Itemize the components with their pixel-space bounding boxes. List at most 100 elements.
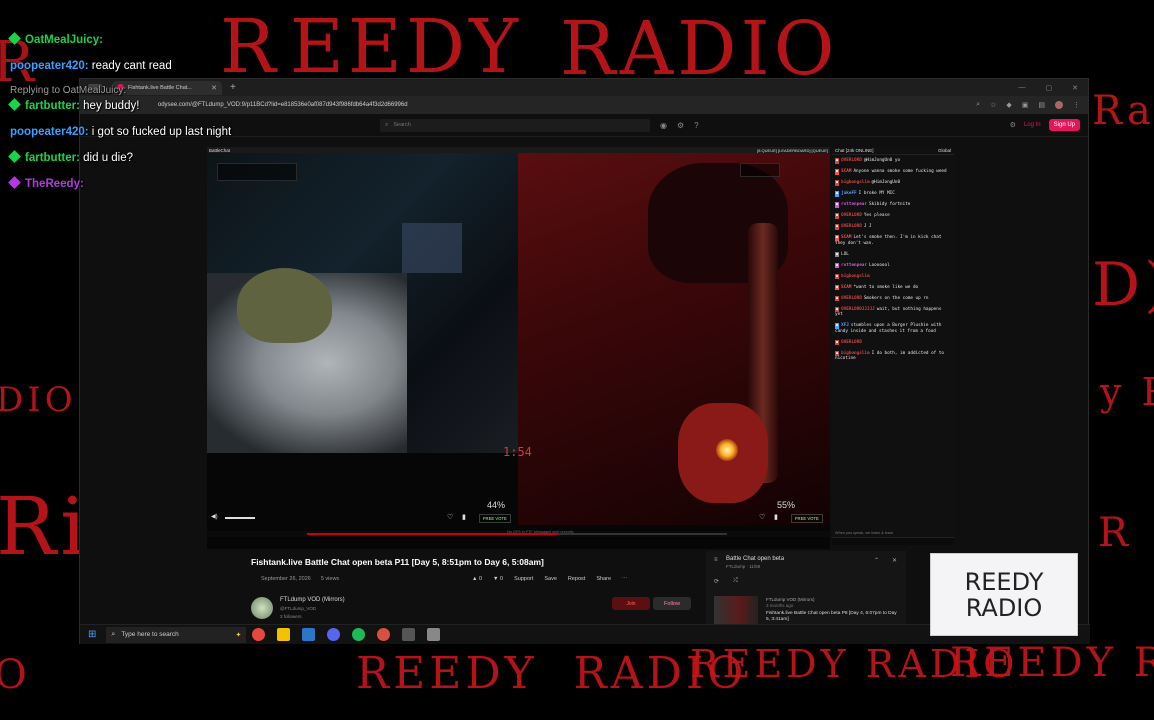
overlay-chat-text: hey buddy! [79,100,140,112]
site-search-box[interactable]: ⌕ Search [380,118,650,132]
bg-watermark-bottom3: REEDY RADIO [950,640,1154,686]
chat-username[interactable]: jakeFF [841,191,857,196]
right-free-vote-button[interactable]: FREE VOTE [791,514,823,523]
chat-username[interactable]: bigbongslim [841,180,869,185]
dislike-button[interactable]: ▼ 0 [493,576,503,582]
user-badge-icon [8,98,21,111]
chat-text: *want to smoke like we do [853,284,919,290]
volume-icon[interactable]: ◀) [211,513,218,520]
bg-watermark-left2: DIO [0,380,77,420]
extensions-puzzle-icon[interactable]: ▣ [1022,101,1029,109]
chat-text: stumbles upon a Burger Plushie with cand… [835,323,942,334]
new-tab-icon[interactable]: + [230,82,236,93]
volume-slider[interactable] [225,517,255,519]
more-options-icon[interactable]: ⋯ [622,576,628,582]
right-heart-icon[interactable]: ♡ [759,513,765,521]
file-explorer-icon[interactable] [277,628,291,641]
overlay-chat-line: Replying to OatMealJuicy: [10,84,126,96]
round-timer: 1:54 [503,445,532,459]
obs-icon[interactable] [402,628,416,641]
settings-icon[interactable]: ⚙ [677,121,684,130]
help-icon[interactable]: ? [694,121,698,130]
playlist-collapse-icon[interactable]: ⌃ [874,557,879,564]
follow-button[interactable]: Follow [653,597,691,610]
discord-icon[interactable] [327,628,341,641]
playlist-title: Battle Chat open beta [726,556,785,562]
bookmark-star-icon[interactable]: ☆ [990,101,996,109]
signup-button[interactable]: Sign Up [1048,119,1080,131]
left-heart-icon[interactable]: ♡ [447,513,453,521]
steam-icon[interactable] [302,628,316,641]
channel-avatar[interactable] [251,597,273,619]
chat-footer-text: When you speak, we listen & learn [835,531,894,535]
chat-username[interactable]: OVERLORD [841,296,862,301]
channel-name[interactable]: FTLdump VOD (Mirrors) [280,597,345,603]
chat-message: ● bigbongslim [835,273,951,279]
chat-username[interactable]: bigbongslim [841,274,869,279]
chat-username[interactable]: SCAM [841,235,851,240]
chrome-icon[interactable] [252,628,266,641]
chat-username[interactable]: OVERLORD [841,158,862,163]
bg-watermark-right3: y Ra [1100,370,1154,414]
close-window-icon[interactable]: ✕ [1072,84,1078,92]
app-window-icon[interactable] [427,628,441,641]
repost-button[interactable]: Repost [568,576,585,582]
chat-message: ● OVERLORD [835,339,951,345]
right-lock-icon[interactable]: ▮ [774,513,778,521]
browser-tab[interactable]: Fishtank.live Battle Chat... ✕ [112,80,222,95]
overlay-chat-user: TheReedy: [25,178,84,190]
lighter-flame [716,439,738,461]
spotify-icon[interactable] [352,628,366,641]
taskbar-search-box[interactable]: ⌕ Type here to search ✦ [106,626,247,643]
video-player[interactable]: BattleChat [8 QUEUE] [LEADERBOARD] [QUEU… [207,147,830,549]
sparkle-icon: ✦ [235,631,242,639]
minimize-icon[interactable]: — [1019,84,1026,92]
overlay-chat-line: fartbutter: hey buddy! [8,98,140,112]
chat-global-tab[interactable]: Global [938,148,951,153]
chat-message: ● rottenpear Skibidy fortnite [835,202,951,208]
left-vote-percent: 44% [487,500,506,510]
profile-avatar[interactable] [1055,101,1063,109]
zoom-icon[interactable]: ⌕ [976,101,980,109]
playlist-shuffle-icon[interactable]: ⤮ [733,578,738,585]
chat-username[interactable]: rottenpear [841,263,867,268]
chat-username[interactable]: rottenpear [841,202,867,207]
chat-username[interactable]: OVERLORD [841,224,862,229]
login-link[interactable]: Log In [1024,122,1041,128]
helmet-shape [237,268,332,343]
playlist-close-icon[interactable]: ✕ [892,557,897,564]
upload-icon[interactable]: ⚙ [1010,121,1016,129]
url-field[interactable]: odysee.com/@FTLdump_VOD:9/p11BCd?lid=e81… [158,102,408,108]
chat-username[interactable]: XFJ [841,323,849,328]
left-lock-icon[interactable]: ▮ [462,513,466,521]
chrome-alt-icon[interactable] [377,628,391,641]
playlist-item-title[interactable]: Fishtank.live Battle Chat open beta P8 [… [766,611,901,623]
chat-username[interactable]: SCAM [841,169,851,174]
chat-text: I broke MY MIC [858,191,895,196]
chat-username[interactable]: bigbongslim [841,351,869,356]
extension-icon[interactable]: ◆ [1006,101,1011,109]
save-button[interactable]: Save [544,576,557,582]
chat-text: Smokers on the come up rn [863,295,929,301]
theme-icon[interactable]: ◉ [660,121,667,130]
chat-input[interactable] [832,537,954,545]
like-button[interactable]: ▲ 0 [472,576,482,582]
windows-start-icon[interactable]: ⊞ [88,629,96,640]
left-free-vote-button[interactable]: FREE VOTE [479,514,511,523]
playlist-loop-icon[interactable]: ⟳ [714,578,719,585]
chat-username[interactable]: OVERLORD [841,213,862,218]
maximize-icon[interactable]: ▢ [1046,84,1053,92]
video-views: 5 views [320,576,340,582]
chat-username[interactable]: OVERLORD [841,340,862,345]
chat-username[interactable]: OVERLORDJJJJJ [841,307,875,312]
support-button[interactable]: Support [514,576,533,582]
share-button[interactable]: Share [596,576,611,582]
browser-menu-icon[interactable]: ⋮ [1073,101,1080,109]
address-bar: ← → ⟳ odysee.com/@FTLdump_VOD:9/p11BCd?l… [80,96,1088,114]
chat-text: Skibidy fortnite [868,202,911,207]
sidebar-icon[interactable]: ▤ [1038,101,1045,109]
tab-close-icon[interactable]: ✕ [211,84,217,92]
overlay-chat-user: poopeater420: [10,60,89,72]
join-button[interactable]: Join [612,597,650,610]
chat-username[interactable]: SCAM [841,285,851,290]
